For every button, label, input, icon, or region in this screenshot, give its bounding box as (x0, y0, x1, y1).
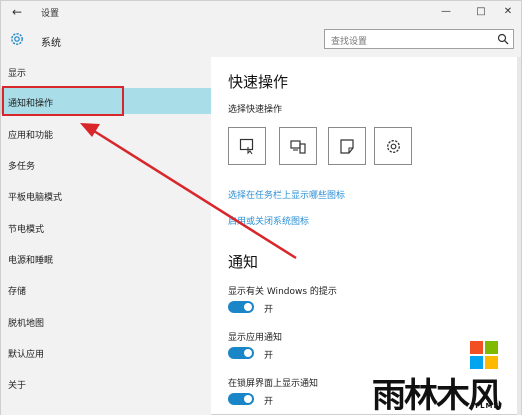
toggle-state: 开 (264, 397, 274, 407)
title-bar: ← 设置 — □ ✕ (1, 1, 521, 23)
annotation-highlight-box (2, 86, 124, 116)
sidebar-item-label: 存储 (8, 287, 27, 297)
sidebar-item-label: 多任务 (8, 162, 36, 172)
window-title: 设置 (41, 9, 60, 19)
quick-action-connect[interactable] (279, 127, 317, 165)
close-button[interactable]: ✕ (493, 3, 522, 21)
quick-action-note[interactable] (328, 127, 366, 165)
setting-label: 显示应用通知 (228, 333, 283, 343)
quick-actions-subtitle: 选择快速操作 (228, 105, 283, 115)
connect-icon (290, 140, 306, 154)
tablet-mode-icon (239, 138, 254, 155)
taskbar-icons-link[interactable]: 选择在任务栏上显示哪些图标 (228, 188, 345, 201)
system-icons-link[interactable]: 启用或关闭系统图标 (228, 214, 309, 227)
note-icon (340, 139, 354, 154)
app-notifications-toggle[interactable] (228, 347, 254, 359)
settings-icon (387, 140, 400, 153)
sidebar-item-battery-saver[interactable]: 节电模式 (1, 214, 211, 240)
toggle-state: 开 (264, 305, 274, 315)
back-button[interactable]: ← (9, 4, 25, 20)
sidebar-item-label: 默认应用 (8, 350, 45, 360)
sidebar-item-offline-maps[interactable]: 脱机地图 (1, 308, 211, 334)
sidebar-item-label: 关于 (8, 381, 27, 391)
sidebar-item-multitasking[interactable]: 多任务 (1, 151, 211, 177)
sidebar-item-tablet-mode[interactable]: 平板电脑模式 (1, 182, 211, 208)
gear-icon (11, 33, 23, 45)
minimize-button[interactable]: — (431, 3, 461, 21)
sidebar-item-power-sleep[interactable]: 电源和睡眠 (1, 245, 211, 271)
sidebar-item-label: 应用和功能 (8, 131, 54, 141)
sidebar-item-display[interactable]: 显示 (1, 58, 211, 84)
toggle-state: 开 (264, 351, 274, 361)
header: 系统 查找设置 (1, 23, 521, 57)
search-input[interactable]: 查找设置 (324, 29, 514, 49)
search-icon[interactable] (497, 33, 509, 45)
notifications-heading: 通知 (228, 253, 259, 271)
windows-logo (470, 341, 498, 369)
watermark-sub: YLMF (474, 402, 500, 410)
sidebar-item-label: 显示 (8, 69, 27, 79)
sidebar-item-label: 节电模式 (8, 225, 45, 235)
sidebar-item-label: 电源和睡眠 (8, 256, 54, 266)
quick-action-settings[interactable] (374, 127, 412, 165)
quick-action-tablet-mode[interactable] (228, 127, 266, 165)
sidebar-item-about[interactable]: 关于 (1, 370, 211, 396)
setting-label: 在锁屏界面上显示通知 (228, 379, 319, 389)
sidebar-item-storage[interactable]: 存储 (1, 276, 211, 302)
windows-tips-toggle[interactable] (228, 301, 254, 313)
lock-screen-notifications-toggle[interactable] (228, 393, 254, 405)
sidebar-item-label: 平板电脑模式 (8, 193, 63, 203)
settings-window: ← 设置 — □ ✕ 系统 查找设置 显示 通知和操作 应用和功能 多任务 平板… (0, 0, 522, 415)
sidebar-item-apps[interactable]: 应用和功能 (1, 120, 211, 146)
quick-actions-heading: 快速操作 (228, 73, 289, 91)
sidebar-item-label: 脱机地图 (8, 319, 45, 329)
sidebar-item-default-apps[interactable]: 默认应用 (1, 339, 211, 365)
maximize-button[interactable]: □ (466, 3, 496, 21)
scrollbar[interactable] (517, 57, 521, 415)
search-placeholder: 查找设置 (331, 37, 368, 47)
page-title: 系统 (41, 38, 61, 49)
setting-label: 显示有关 Windows 的提示 (228, 287, 337, 297)
